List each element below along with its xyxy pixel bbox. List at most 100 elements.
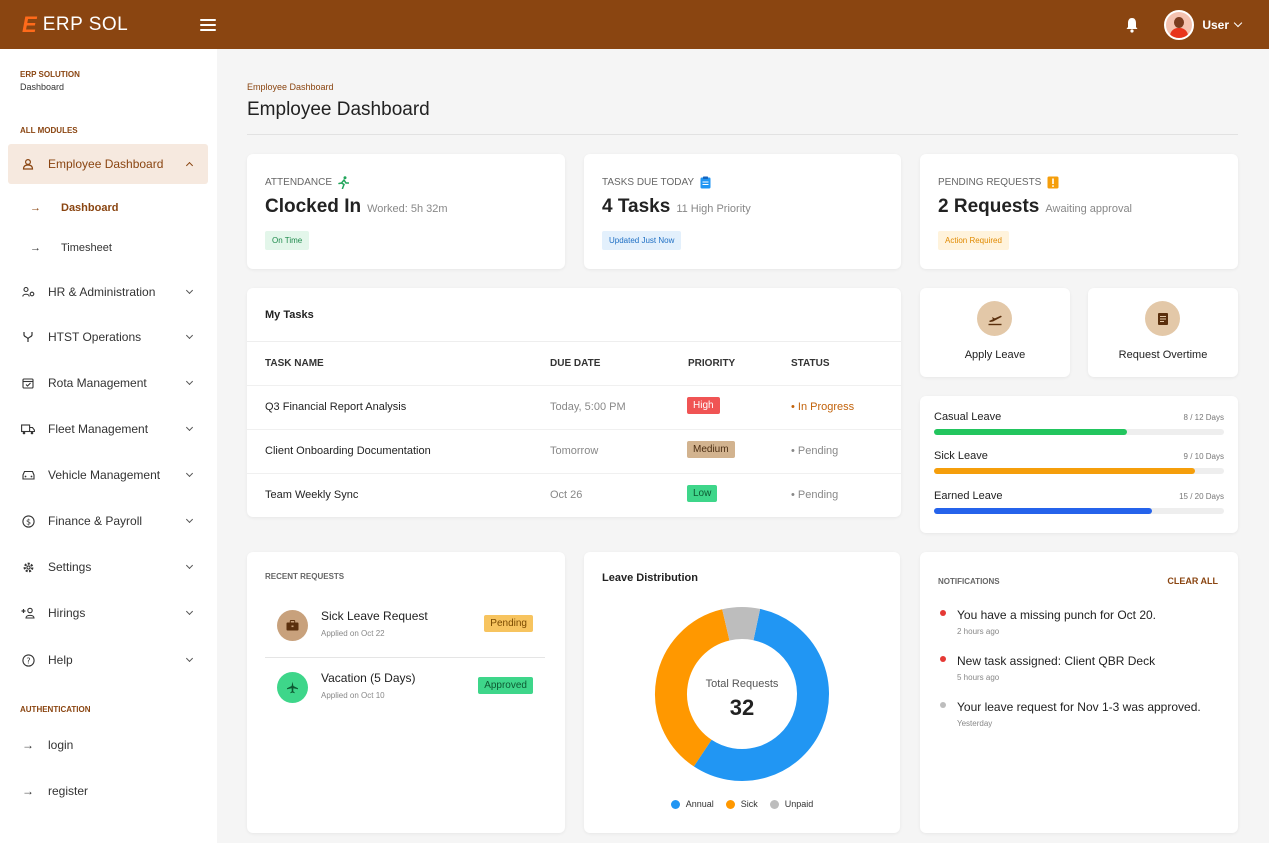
sidebar: ERP SOLUTION Dashboard ALL MODULES Emplo… xyxy=(0,49,217,843)
sidebar-subitem-dashboard[interactable]: → Dashboard xyxy=(30,193,118,223)
sidebar-subitem-timesheet[interactable]: → Timesheet xyxy=(30,233,112,263)
user-plus-icon xyxy=(21,606,35,620)
brand-name: ERP SOL xyxy=(42,13,129,35)
request-overtime-button[interactable]: Request Overtime xyxy=(1088,288,1238,377)
sidebar-subitem-label: Timesheet xyxy=(61,242,112,254)
sidebar-item-fleet-management[interactable]: Fleet Management xyxy=(8,409,208,449)
notifications-card: NOTIFICATIONS CLEAR ALL You have a missi… xyxy=(920,552,1238,833)
sidebar-item-label: Vehicle Management xyxy=(48,468,161,482)
donut-slice-annual[interactable] xyxy=(693,608,829,781)
notification-text: Your leave request for Nov 1-3 was appro… xyxy=(957,700,1201,714)
column-header-priority: PRIORITY xyxy=(688,358,736,369)
task-name: Team Weekly Sync xyxy=(265,489,359,501)
stat-label-text: TASKS DUE TODAY xyxy=(602,177,695,188)
truck-icon xyxy=(21,422,35,436)
chevron-down-icon[interactable] xyxy=(1233,18,1243,28)
status-badge: On Time xyxy=(265,231,310,250)
table-row[interactable]: Client Onboarding Documentation Tomorrow… xyxy=(247,429,901,473)
sidebar-item-settings[interactable]: Settings xyxy=(8,547,208,587)
table-row[interactable]: Q3 Financial Report Analysis Today, 5:00… xyxy=(247,385,901,429)
progress-fill xyxy=(934,468,1195,474)
pending-requests-card: PENDING REQUESTS 2 Requests Awaiting app… xyxy=(920,154,1238,269)
divider xyxy=(247,341,901,342)
progress-fill xyxy=(934,508,1152,514)
help-icon: ? xyxy=(21,653,35,667)
notification-time: 2 hours ago xyxy=(957,627,1000,636)
clear-all-button[interactable]: CLEAR ALL xyxy=(1167,576,1218,586)
donut-slice-unpaid[interactable] xyxy=(722,607,761,641)
list-item[interactable]: Vacation (5 Days) Applied on Oct 10 Appr… xyxy=(265,664,545,724)
stat-subtext: Awaiting approval xyxy=(1045,203,1133,215)
column-header-due-date: DUE DATE xyxy=(550,358,601,369)
divider xyxy=(247,134,1238,135)
sidebar-subitem-label: Dashboard xyxy=(61,202,119,214)
sidebar-app-info: ERP SOLUTION Dashboard xyxy=(20,70,80,92)
sidebar-item-label: Finance & Payroll xyxy=(48,514,143,528)
stat-label-text: ATTENDANCE xyxy=(265,177,333,188)
arrow-right-icon: → xyxy=(30,202,41,214)
brand[interactable]: E ERP SOL xyxy=(22,12,200,38)
legend-item[interactable]: Sick xyxy=(725,799,758,809)
sidebar-item-label: login xyxy=(48,738,74,752)
legend-item[interactable]: Unpaid xyxy=(769,799,813,809)
progress-track xyxy=(934,429,1224,435)
bell-icon[interactable] xyxy=(1122,15,1142,35)
sidebar-item-register[interactable]: → register xyxy=(8,771,208,811)
user-name[interactable]: User xyxy=(1202,18,1229,32)
recent-requests-title: RECENT REQUESTS xyxy=(265,572,345,581)
apply-leave-label: Apply Leave xyxy=(964,349,1026,361)
notification-dot xyxy=(940,702,946,708)
apply-leave-button[interactable]: Apply Leave xyxy=(920,288,1070,377)
task-due: Today, 5:00 PM xyxy=(550,401,626,413)
stat-value: 4 Tasks xyxy=(602,196,671,217)
plane-icon xyxy=(277,672,308,703)
avatar[interactable] xyxy=(1164,9,1195,40)
stat-value: 2 Requests xyxy=(938,196,1040,217)
leave-balance-card: Casual Leave 8 / 12 Days Sick Leave 9 / … xyxy=(920,396,1238,533)
table-row[interactable]: Team Weekly Sync Oct 26 Low • Pending xyxy=(247,473,901,517)
car-icon xyxy=(21,468,35,482)
sidebar-item-hr-administration[interactable]: HR & Administration xyxy=(8,272,208,312)
status-badge: Pending xyxy=(484,615,533,632)
sidebar-item-finance-payroll[interactable]: $ Finance & Payroll xyxy=(8,501,208,541)
legend-item[interactable]: Annual xyxy=(670,799,714,809)
leave-distribution-card: Leave Distribution Total Requests 32 Ann… xyxy=(584,552,900,833)
stat-value: Clocked In xyxy=(265,196,362,217)
sidebar-item-login[interactable]: → login xyxy=(8,725,208,765)
sidebar-item-label: Employee Dashboard xyxy=(48,157,164,171)
menu-toggle-icon[interactable] xyxy=(200,18,216,31)
fork-icon xyxy=(21,330,35,344)
stat-label-text: PENDING REQUESTS xyxy=(938,177,1042,188)
running-icon xyxy=(338,176,350,189)
dollar-icon: $ xyxy=(21,514,35,528)
chevron-down-icon xyxy=(185,654,194,663)
breadcrumb[interactable]: Employee Dashboard xyxy=(247,82,334,92)
status-badge: Action Required xyxy=(938,231,1009,250)
sidebar-item-htst-operations[interactable]: HTST Operations xyxy=(8,317,208,357)
legend-label: Annual xyxy=(685,799,714,809)
donut-chart: Total Requests 32 xyxy=(655,607,829,781)
notification-time: 5 hours ago xyxy=(957,673,1000,682)
priority-badge: High xyxy=(687,397,720,414)
sidebar-item-label: Hirings xyxy=(48,606,86,620)
sidebar-item-hirings[interactable]: Hirings xyxy=(8,593,208,633)
list-item[interactable]: Sick Leave Request Applied on Oct 22 Pen… xyxy=(265,602,545,662)
sidebar-item-rota-management[interactable]: Rota Management xyxy=(8,363,208,403)
arrow-right-icon: → xyxy=(30,242,41,254)
briefcase-icon xyxy=(277,610,308,641)
leave-distribution-title: Leave Distribution xyxy=(602,572,698,584)
sidebar-item-label: HR & Administration xyxy=(48,285,156,299)
attendance-label: ATTENDANCE xyxy=(265,176,350,189)
chevron-down-icon xyxy=(185,286,194,295)
request-date: Applied on Oct 22 xyxy=(321,629,385,638)
leave-type: Casual Leave xyxy=(934,411,1002,423)
alert-icon xyxy=(1047,176,1059,189)
leave-value: 9 / 10 Days xyxy=(1183,452,1224,461)
tasks-due-card: TASKS DUE TODAY 4 Tasks 11 High Priority… xyxy=(584,154,901,269)
notification-time: Yesterday xyxy=(957,719,993,728)
sidebar-item-help[interactable]: ? Help xyxy=(8,640,208,680)
priority-badge: Medium xyxy=(687,441,735,458)
sidebar-item-vehicle-management[interactable]: Vehicle Management xyxy=(8,455,208,495)
leave-value: 8 / 12 Days xyxy=(1183,413,1224,422)
sidebar-item-employee-dashboard[interactable]: Employee Dashboard xyxy=(8,144,208,184)
